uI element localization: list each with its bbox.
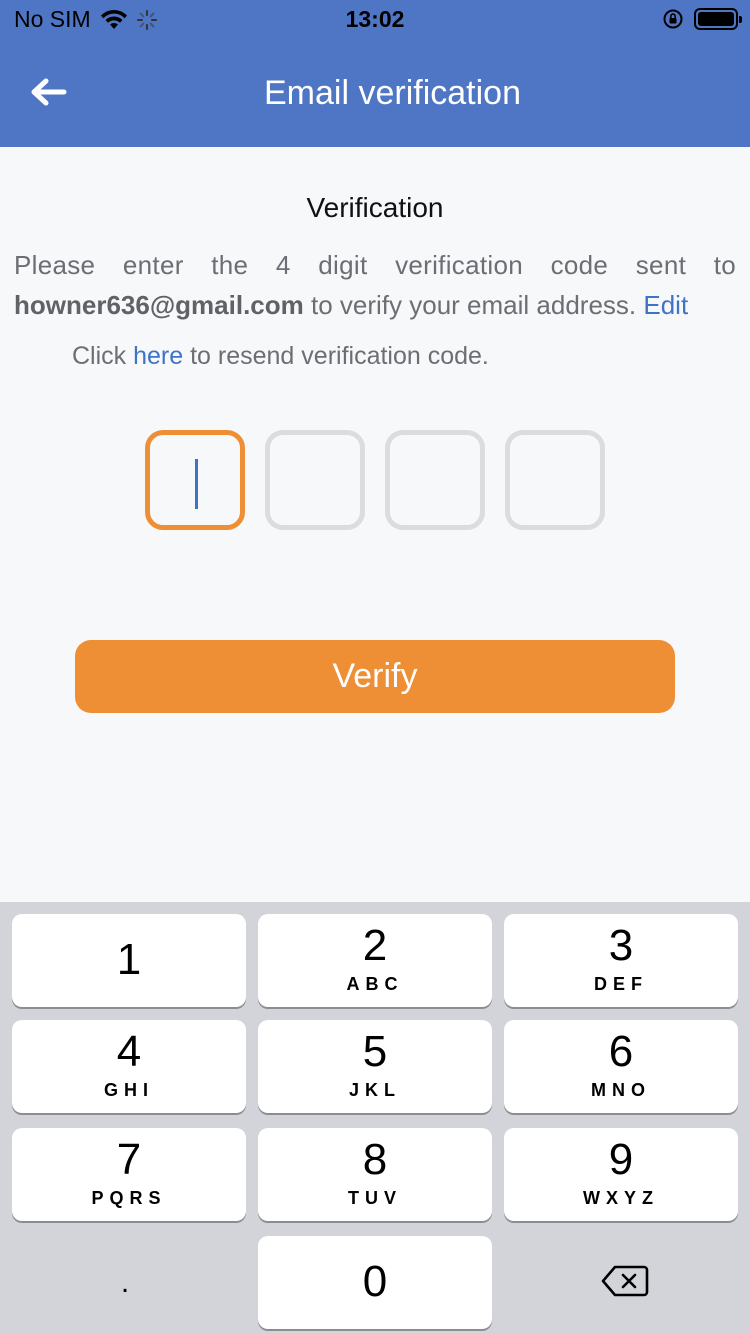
key-digit: 2 (362, 921, 388, 970)
key-4[interactable]: 4 GHI (12, 1020, 246, 1113)
email-address: howner636@gmail.com (14, 290, 304, 320)
key-1[interactable]: 1 (12, 914, 246, 1007)
battery-icon (694, 8, 742, 30)
key-letters: WXYZ (583, 1188, 659, 1208)
key-3[interactable]: 3 DEF (504, 914, 738, 1007)
key-digit: 0 (362, 1257, 388, 1306)
key-letters: DEF (594, 974, 648, 994)
instructions-line-1: Please enter the 4 digit verification co… (14, 250, 736, 280)
key-letters: PQRS (91, 1188, 167, 1208)
status-time: 13:02 (345, 6, 405, 32)
status-bar: No SIM 13:02 (0, 0, 750, 40)
verify-button[interactable]: Verify (75, 640, 675, 713)
code-digit-3[interactable] (385, 430, 485, 530)
key-0[interactable]: 0 (258, 1236, 492, 1329)
key-digit: 5 (362, 1027, 388, 1076)
key-2[interactable]: 2 ABC (258, 914, 492, 1007)
key-digit: 1 (116, 935, 142, 984)
key-digit: 7 (116, 1135, 142, 1184)
key-6[interactable]: 6 MNO (504, 1020, 738, 1113)
key-5[interactable]: 5 JKL (258, 1020, 492, 1113)
key-digit: 3 (608, 921, 634, 970)
instructions-text: Please enter the 4 digit verification co… (14, 245, 736, 325)
verification-content: Verification Please enter the 4 digit ve… (0, 147, 750, 902)
code-input-row (145, 430, 625, 530)
key-digit: 6 (608, 1027, 634, 1076)
resend-link[interactable]: here (133, 342, 183, 370)
resend-prefix: Click (72, 342, 134, 370)
code-digit-2[interactable] (265, 430, 365, 530)
key-letters: TUV (348, 1188, 402, 1208)
section-heading: Verification (306, 192, 444, 223)
key-digit: 8 (362, 1135, 388, 1184)
code-digit-4[interactable] (505, 430, 605, 530)
key-backspace[interactable] (508, 1236, 742, 1329)
backspace-icon (601, 1265, 649, 1297)
app-bar: Email verification (0, 40, 750, 147)
resend-text: Click here to resend verification code. (72, 342, 489, 371)
key-letters: MNO (591, 1080, 651, 1100)
status-right (662, 8, 742, 30)
key-letters: ABC (346, 974, 404, 994)
code-digit-1[interactable] (145, 430, 245, 530)
key-letters: JKL (348, 1080, 401, 1100)
key-9[interactable]: 9 WXYZ (504, 1128, 738, 1221)
numeric-keypad: 1 2 ABC 3 DEF 4 GHI 5 JKL 6 MNO 7 PQRS 8… (0, 902, 750, 1334)
key-digit: 9 (608, 1135, 634, 1184)
text-caret (195, 459, 198, 509)
key-8[interactable]: 8 TUV (258, 1128, 492, 1221)
key-letters: GHI (103, 1080, 154, 1100)
edit-email-link[interactable]: Edit (643, 290, 688, 320)
key-digit: 4 (116, 1027, 142, 1076)
rotation-lock-icon (663, 9, 683, 29)
instructions-line-2: to verify your email address. (303, 290, 644, 320)
resend-suffix: to resend verification code. (183, 342, 489, 370)
key-dot[interactable]: . (8, 1236, 242, 1329)
page-title: Email verification (264, 74, 521, 112)
key-7[interactable]: 7 PQRS (12, 1128, 246, 1221)
